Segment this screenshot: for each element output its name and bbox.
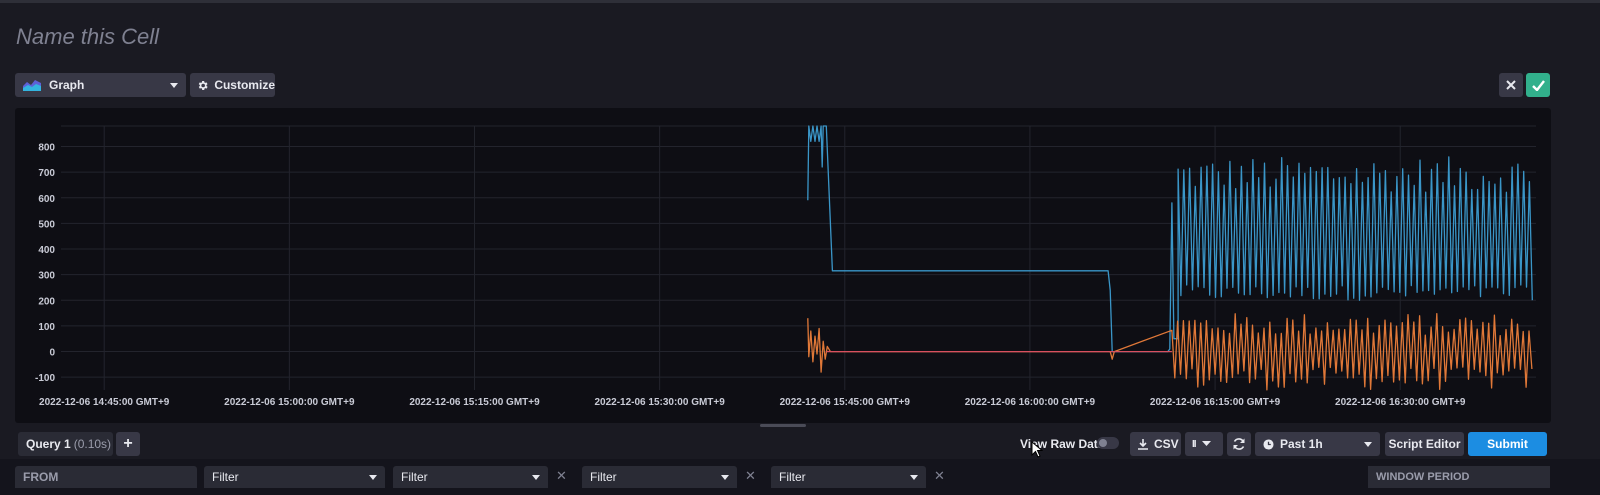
customize-label: Customize — [214, 78, 275, 92]
x-tick-label: 2022-12-06 16:15:00 GMT+9 — [1150, 397, 1281, 408]
y-tick-label: 300 — [38, 271, 55, 282]
refresh-button[interactable] — [1227, 432, 1251, 456]
y-tick-label: 600 — [38, 194, 55, 205]
filter-label: Filter — [590, 470, 617, 484]
add-query-button[interactable]: + — [116, 432, 140, 456]
y-tick-label: 800 — [38, 143, 55, 154]
query-tab-label: Query 1 — [26, 437, 71, 451]
mouse-pointer-icon — [1031, 441, 1043, 458]
close-icon[interactable]: ✕ — [934, 469, 945, 484]
visualization-type-label: Graph — [49, 78, 85, 92]
filter-card-3[interactable]: Filter — [582, 466, 737, 488]
clock-icon — [1263, 438, 1274, 450]
x-tick-label: 2022-12-06 15:45:00 GMT+9 — [780, 397, 911, 408]
script-editor-label: Script Editor — [1388, 437, 1461, 451]
save-button[interactable] — [1526, 73, 1550, 97]
csv-download-button[interactable]: CSV — [1130, 432, 1181, 456]
time-range-dropdown[interactable]: Past 1h — [1255, 432, 1380, 456]
view-raw-data-toggle[interactable] — [1097, 437, 1119, 449]
x-tick-label: 2022-12-06 15:00:00 GMT+9 — [224, 397, 355, 408]
chevron-down-icon — [170, 83, 178, 88]
y-tick-label: 700 — [38, 168, 55, 179]
cell-name-input[interactable]: Name this Cell — [16, 24, 159, 50]
resize-handle[interactable] — [760, 424, 806, 427]
submit-label: Submit — [1487, 437, 1528, 451]
series-line-1 — [807, 125, 1533, 353]
close-icon — [1506, 80, 1516, 90]
line-chart[interactable]: 800 700 600 500 400 300 200 100 0 -100 2022-12-06 … — [15, 108, 1551, 423]
y-tick-label: 400 — [38, 245, 55, 256]
x-tick-label: 2022-12-06 14:45:00 GMT+9 — [39, 397, 170, 408]
csv-label: CSV — [1154, 437, 1179, 451]
from-label: FROM — [23, 470, 59, 484]
top-border — [0, 0, 1600, 3]
chevron-down-icon — [532, 475, 540, 480]
filter-label: Filter — [401, 470, 428, 484]
chevron-down-icon — [721, 475, 729, 480]
y-tick-label: -100 — [35, 373, 55, 384]
chevron-down-icon — [369, 475, 377, 480]
gear-icon — [198, 80, 208, 90]
filter-card-1[interactable]: Filter — [204, 466, 385, 488]
x-tick-label: 2022-12-06 15:30:00 GMT+9 — [594, 397, 725, 408]
from-card[interactable]: FROM — [15, 466, 197, 488]
y-tick-label: 100 — [38, 322, 55, 333]
submit-button[interactable]: Submit — [1468, 432, 1547, 456]
cancel-button[interactable] — [1499, 73, 1523, 97]
script-editor-button[interactable]: Script Editor — [1385, 432, 1464, 456]
check-icon — [1531, 79, 1545, 91]
customize-button[interactable]: Customize — [190, 73, 275, 97]
y-tick-label: 200 — [38, 296, 55, 307]
filter-label: Filter — [212, 470, 239, 484]
time-range-label: Past 1h — [1280, 437, 1323, 451]
autorefresh-dropdown[interactable]: II — [1185, 432, 1223, 456]
query-tab[interactable]: Query 1 (0.10s) — [18, 432, 113, 456]
x-tick-label: 2022-12-06 16:00:00 GMT+9 — [965, 397, 1096, 408]
chevron-down-icon — [910, 475, 918, 480]
chevron-down-icon — [1364, 442, 1372, 447]
pause-icon: II — [1192, 438, 1196, 450]
filter-label: Filter — [779, 470, 806, 484]
x-tick-label: 2022-12-06 16:30:00 GMT+9 — [1335, 397, 1466, 408]
query-tab-time: (0.10s) — [73, 437, 112, 451]
chevron-down-icon — [1201, 441, 1211, 446]
filter-card-4[interactable]: Filter — [771, 466, 926, 488]
graph-panel[interactable]: 800 700 600 500 400 300 200 100 0 -100 2022-12-06 … — [15, 108, 1551, 423]
close-icon[interactable]: ✕ — [556, 469, 567, 484]
y-tick-label: 0 — [49, 348, 55, 359]
close-icon[interactable]: ✕ — [745, 469, 756, 484]
refresh-icon — [1233, 438, 1245, 450]
y-tick-label: 500 — [38, 219, 55, 230]
visualization-type-dropdown[interactable]: Graph — [15, 73, 186, 97]
window-period-header: WINDOW PERIOD — [1368, 466, 1550, 488]
toggle-knob — [1099, 439, 1107, 447]
plus-icon: + — [123, 435, 133, 452]
graph-icon — [23, 80, 41, 91]
x-tick-label: 2022-12-06 15:15:00 GMT+9 — [409, 397, 540, 408]
filter-card-2[interactable]: Filter — [393, 466, 548, 488]
download-icon — [1138, 439, 1148, 450]
